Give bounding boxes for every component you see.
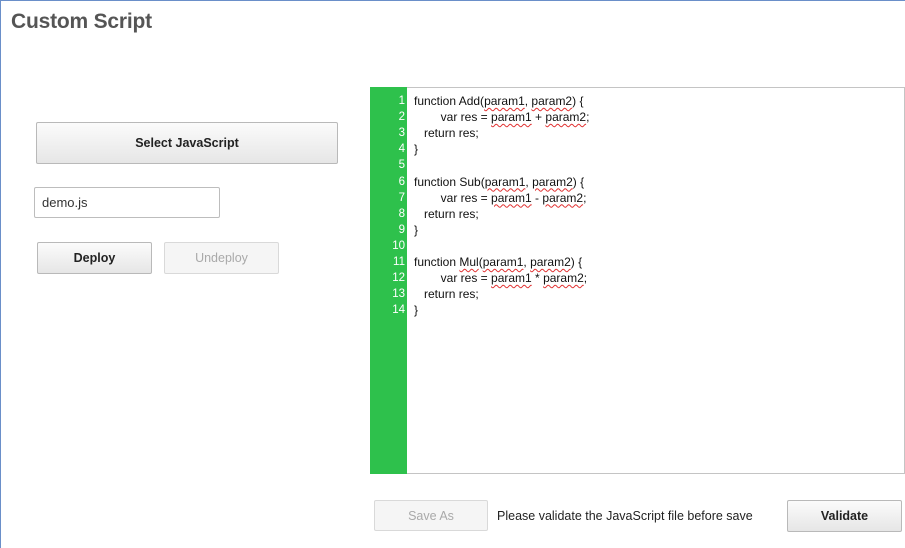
undeploy-button[interactable]: Undeploy (164, 242, 279, 274)
code-line: function Add(param1, param2) { (414, 93, 583, 109)
code-line: var res = param1 + param2; (414, 109, 590, 125)
line-number: 14 (392, 304, 405, 317)
code-token: var res = (440, 190, 492, 205)
code-line: function Sub(param1, param2) { (414, 174, 584, 190)
code-token: } (414, 222, 419, 237)
code-token: * (531, 271, 544, 286)
save-as-button[interactable]: Save As (374, 500, 488, 531)
code-line: var res = param1 * param2; (414, 270, 587, 286)
code-token: ; (583, 190, 587, 205)
spellcheck-flagged-token: param1 (491, 110, 532, 125)
code-token: return res; (424, 126, 479, 141)
spellcheck-flagged-token: param2 (530, 255, 571, 269)
code-token: return res; (424, 287, 479, 302)
code-token: } (414, 303, 419, 318)
spellcheck-flagged-token: param2 (543, 271, 584, 286)
code-token: - (531, 190, 543, 205)
deploy-button[interactable]: Deploy (37, 242, 152, 274)
code-line: var res = param1 - param2; (414, 190, 587, 206)
line-number: 4 (398, 143, 405, 156)
spellcheck-flagged-token: param1 (484, 94, 525, 108)
validation-hint: Please validate the JavaScript file befo… (497, 509, 753, 523)
code-line: return res; (414, 286, 479, 302)
code-token: var res = (440, 110, 492, 125)
line-number: 1 (398, 95, 405, 107)
validate-button[interactable]: Validate (787, 500, 902, 532)
line-number: 11 (393, 256, 405, 268)
code-token: ; (586, 110, 590, 125)
line-number: 9 (398, 223, 405, 236)
spellcheck-flagged-token: param2 (542, 190, 584, 205)
code-token: var res = (440, 271, 492, 286)
spellcheck-flagged-token: param2 (532, 174, 573, 189)
code-line: return res; (414, 206, 479, 222)
line-number: 8 (398, 207, 405, 220)
page-title: Custom Script (11, 10, 152, 33)
line-number: 10 (392, 239, 405, 252)
code-token: function Add( (414, 94, 485, 108)
code-token: return res; (424, 206, 479, 221)
code-token: ) { (572, 94, 584, 108)
spellcheck-flagged-token: param1 (484, 174, 526, 189)
code-token: } (414, 142, 419, 157)
code-token: function (414, 255, 460, 269)
line-number: 7 (398, 191, 405, 204)
code-line: function Mul(param1, param2) { (414, 254, 582, 270)
line-number: 3 (398, 127, 405, 140)
code-line: } (414, 141, 418, 157)
window-top-border (0, 0, 905, 1)
spellcheck-flagged-token: param2 (545, 110, 587, 125)
line-number-gutter: 1 2 3 4 5 6 7 8 9 10 11 12 13 14 (370, 87, 407, 474)
line-number: 2 (398, 111, 405, 124)
spellcheck-flagged-token: param1 (491, 271, 532, 286)
code-token: ; (583, 271, 588, 286)
file-name-field[interactable] (34, 187, 220, 218)
line-number: 12 (392, 272, 405, 285)
code-line: return res; (414, 125, 479, 141)
select-javascript-button[interactable]: Select JavaScript (36, 122, 338, 164)
spellcheck-flagged-token: Mul (459, 255, 479, 269)
code-token: ) { (572, 174, 585, 189)
code-line: } (414, 302, 418, 318)
spellcheck-flagged-token: param1 (491, 190, 532, 205)
window-left-border (0, 0, 1, 548)
line-number: 13 (392, 288, 405, 301)
spellcheck-flagged-token: param2 (531, 94, 573, 108)
line-number: 5 (398, 159, 405, 172)
code-token: function Sub( (414, 174, 485, 189)
code-token: ) { (570, 255, 583, 269)
line-number: 6 (398, 175, 405, 188)
spellcheck-flagged-token: param1 (482, 255, 524, 269)
code-line: } (414, 222, 418, 238)
code-token: + (531, 110, 546, 125)
